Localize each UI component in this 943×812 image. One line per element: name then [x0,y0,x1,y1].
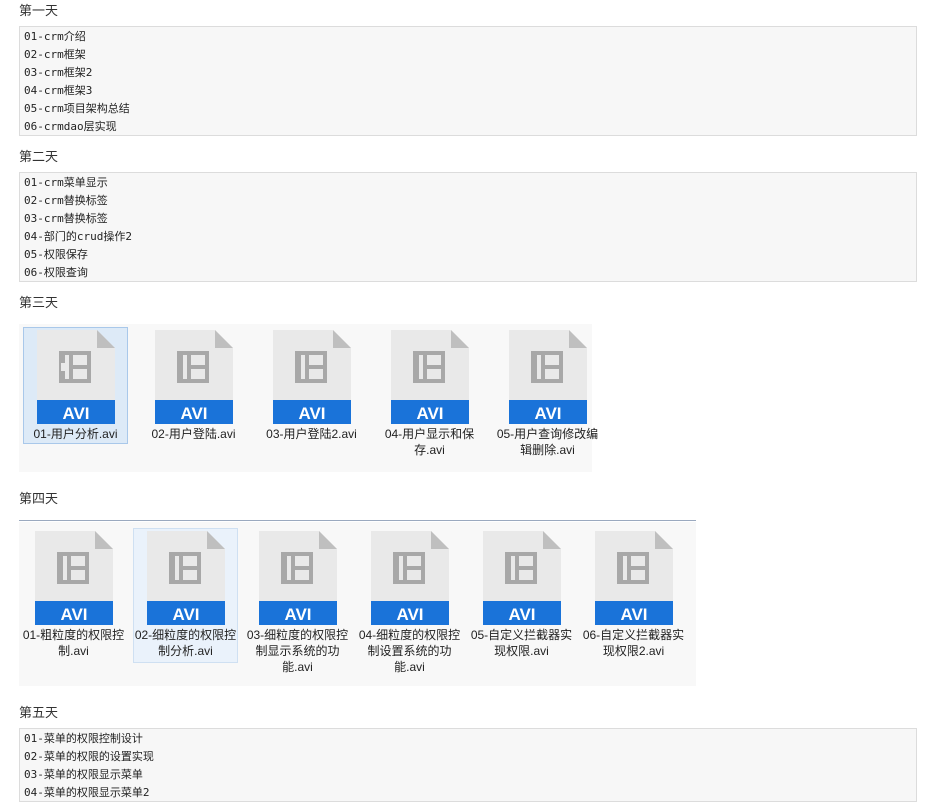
file-item[interactable]: AVI 05-自定义拦截器实现权限.avi [469,528,574,658]
file-item[interactable]: AVI 01-用户分析.avi [23,327,128,444]
list-item: 05-权限保存 [24,248,88,261]
file-type-label: AVI [62,404,89,423]
file-item[interactable]: AVI 04-细粒度的权限控制设置系统的功能.avi [357,528,462,674]
day1-heading: 第一天 [19,4,59,19]
file-item[interactable]: AVI 04-用户显示和保存.avi [377,327,482,457]
day1-file-list: 01-crm介绍 02-crm框架 03-crm框架2 04-crm框架3 05… [19,26,917,136]
list-item: 04-crm框架3 [24,84,93,97]
file-type-label: AVI [60,605,87,624]
day2-heading: 第二天 [19,150,59,165]
file-name: 04-细粒度的权限控制设置系统的功能.avi [358,628,461,674]
file-type-label: AVI [508,605,535,624]
list-item: 02-crm框架 [24,48,86,61]
section-divider [19,520,696,521]
list-item: 05-crm项目架构总结 [24,102,130,115]
day4-heading: 第四天 [19,492,59,507]
file-name: 01-粗粒度的权限控制.avi [22,628,125,658]
file-name: 05-自定义拦截器实现权限.avi [470,628,573,658]
video-file-icon: AVI [483,531,561,625]
file-item[interactable]: AVI 05-用户查询修改编辑删除.avi [495,327,600,457]
file-type-label: AVI [416,404,443,423]
day5-heading: 第五天 [19,706,59,721]
video-file-icon: AVI [147,531,225,625]
video-file-icon: AVI [391,330,469,424]
file-name: 02-细粒度的权限控制分析.avi [134,628,237,658]
file-type-label: AVI [396,605,423,624]
list-item: 03-菜单的权限显示菜单 [24,768,143,781]
list-item: 01-crm菜单显示 [24,176,108,189]
file-item[interactable]: AVI 03-用户登陆2.avi [259,327,364,444]
list-item: 04-部门的crud操作2 [24,230,132,243]
file-type-label: AVI [284,605,311,624]
day4-explorer-panel: AVI 01-粗粒度的权限控制.avi AVI 02-细粒度的权限控制分析.av… [19,522,696,686]
list-item: 02-菜单的权限的设置实现 [24,750,154,763]
list-item: 06-crmdao层实现 [24,120,117,133]
file-name: 06-自定义拦截器实现权限2.avi [582,628,685,658]
video-file-icon: AVI [509,330,587,424]
video-file-icon: AVI [273,330,351,424]
file-name: 02-用户登陆.avi [151,427,236,441]
video-file-icon: AVI [259,531,337,625]
list-item: 01-菜单的权限控制设计 [24,732,143,745]
file-type-label: AVI [620,605,647,624]
file-type-label: AVI [534,404,561,423]
file-name: 03-细粒度的权限控制显示系统的功能.avi [246,628,349,674]
video-file-icon: AVI [35,531,113,625]
file-type-label: AVI [172,605,199,624]
file-type-label: AVI [180,404,207,423]
video-file-icon: AVI [155,330,233,424]
file-item[interactable]: AVI 01-粗粒度的权限控制.avi [21,528,126,658]
list-item: 06-权限查询 [24,266,88,279]
file-name: 04-用户显示和保存.avi [384,427,475,457]
file-item[interactable]: AVI 03-细粒度的权限控制显示系统的功能.avi [245,528,350,674]
file-type-label: AVI [298,404,325,423]
file-item[interactable]: AVI 02-细粒度的权限控制分析.avi [133,528,238,663]
file-item[interactable]: AVI 02-用户登陆.avi [141,327,246,444]
day2-file-list: 01-crm菜单显示 02-crm替换标签 03-crm替换标签 04-部门的c… [19,172,917,282]
file-name: 03-用户登陆2.avi [266,427,357,441]
video-file-icon: AVI [37,330,115,424]
day5-file-list: 01-菜单的权限控制设计 02-菜单的权限的设置实现 03-菜单的权限显示菜单 … [19,728,917,802]
list-item: 02-crm替换标签 [24,194,108,207]
file-name: 05-用户查询修改编辑删除.avi [496,427,599,457]
video-file-icon: AVI [371,531,449,625]
day3-heading: 第三天 [19,296,59,311]
day3-explorer-panel: AVI 01-用户分析.avi AVI 02-用户登陆.avi AVI 03-用… [19,324,598,472]
file-name: 01-用户分析.avi [33,427,118,441]
list-item: 01-crm介绍 [24,30,86,43]
list-item: 03-crm替换标签 [24,212,108,225]
file-item[interactable]: AVI 06-自定义拦截器实现权限2.avi [581,528,686,658]
list-item: 04-菜单的权限显示菜单2 [24,786,150,799]
list-item: 03-crm框架2 [24,66,93,79]
video-file-icon: AVI [595,531,673,625]
